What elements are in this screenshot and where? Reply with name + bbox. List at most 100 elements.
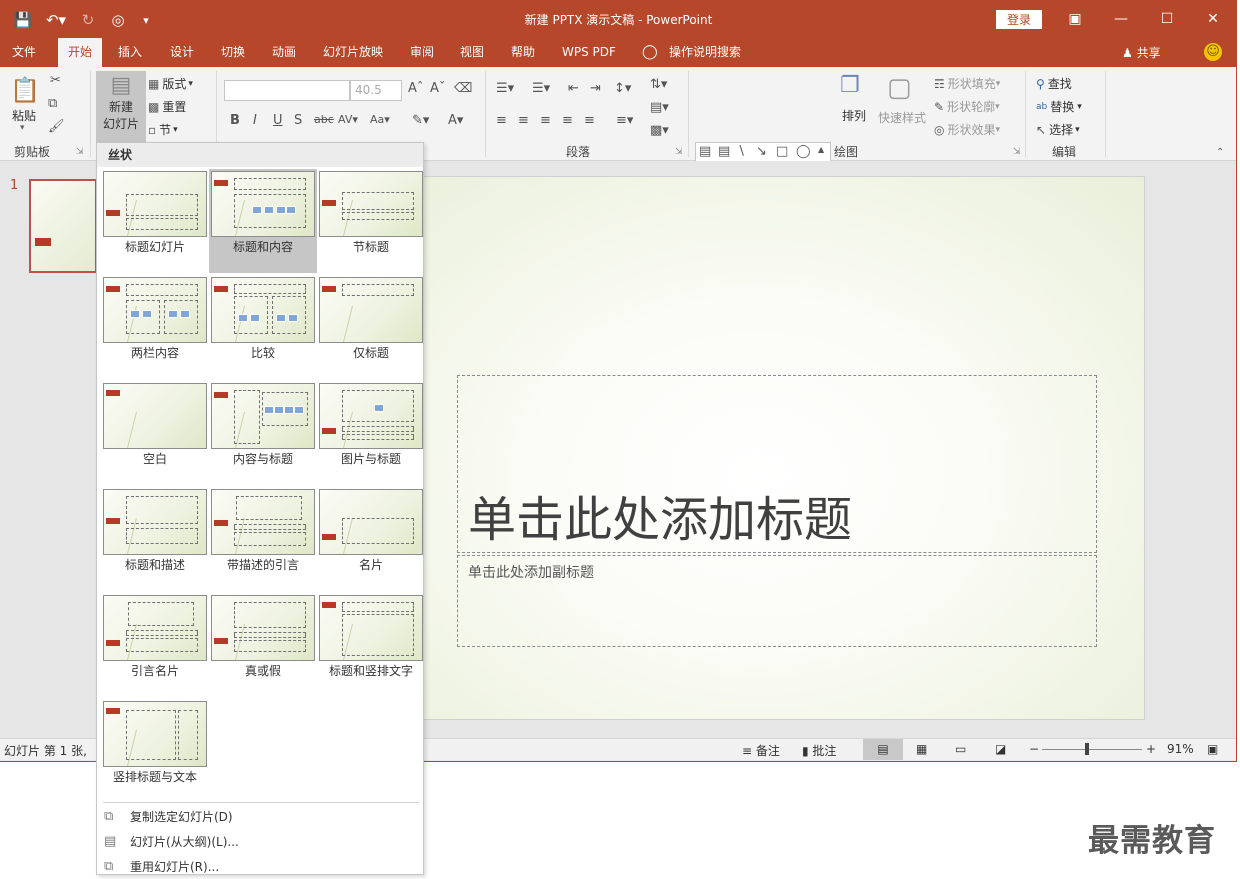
reuse-slides-item[interactable]: ⧉ 重用幻灯片(R)...: [97, 855, 423, 879]
strikethrough-icon[interactable]: abc: [314, 113, 334, 126]
increase-indent-icon[interactable]: ⇥: [590, 81, 601, 96]
notes-button[interactable]: ≡ 备注: [742, 742, 780, 759]
find-button[interactable]: ⚲ 查找: [1036, 75, 1072, 92]
title-slide-layout[interactable]: 标题幻灯片: [101, 169, 209, 273]
align-right-icon[interactable]: ≡: [540, 113, 551, 128]
login-button[interactable]: 登录: [996, 10, 1042, 29]
tab-transitions[interactable]: 切换: [221, 38, 245, 67]
shape-fill-button[interactable]: ☶ 形状填充 ▾: [934, 75, 1000, 92]
zoom-out-button[interactable]: −: [1029, 742, 1039, 756]
font-color-icon[interactable]: A▾: [448, 113, 463, 128]
vertical-textbox-shape-icon[interactable]: ▤: [718, 144, 730, 159]
arrange-button[interactable]: 排列: [842, 107, 866, 124]
comparison-layout[interactable]: 比较: [209, 275, 317, 379]
font-name-box[interactable]: [224, 80, 350, 101]
bold-icon[interactable]: B: [230, 113, 240, 128]
slides-from-outline-item[interactable]: ▤ 幻灯片(从大纲)(L)...: [97, 830, 423, 854]
zoom-level[interactable]: 91%: [1167, 742, 1194, 756]
title-placeholder[interactable]: 单击此处添加标题: [457, 375, 1097, 553]
title-and-description-layout[interactable]: 标题和描述: [101, 487, 209, 591]
justify-icon[interactable]: ≡: [562, 113, 573, 128]
tab-home[interactable]: 开始: [58, 38, 103, 67]
tell-me-search[interactable]: 操作说明搜索: [669, 38, 741, 67]
name-card-layout[interactable]: 名片: [317, 487, 425, 591]
align-center-icon[interactable]: ≡: [518, 113, 529, 128]
line-shape-icon[interactable]: ∖: [737, 144, 745, 159]
shape-effects-button[interactable]: ◎ 形状效果 ▾: [934, 121, 1000, 138]
section-button[interactable]: ▫ 节 ▾: [148, 121, 178, 138]
distributed-icon[interactable]: ≡: [584, 113, 595, 128]
drawing-launcher-icon[interactable]: ⇲: [1013, 147, 1021, 157]
numbering-icon[interactable]: ☰▾: [532, 81, 550, 96]
shape-outline-button[interactable]: ✎ 形状轮廓 ▾: [934, 98, 1000, 115]
decrease-indent-icon[interactable]: ⇤: [568, 81, 579, 96]
slide-sorter-icon[interactable]: ▦: [916, 742, 927, 756]
quote-with-caption-layout[interactable]: 带描述的引言: [209, 487, 317, 591]
underline-icon[interactable]: U: [273, 113, 283, 128]
normal-view-icon[interactable]: ▤: [863, 739, 903, 760]
two-content-layout[interactable]: 两栏内容: [101, 275, 209, 379]
zoom-slider-thumb[interactable]: [1085, 743, 1089, 755]
quote-name-card-layout[interactable]: 引言名片: [101, 593, 209, 697]
italic-icon[interactable]: I: [253, 113, 257, 128]
quick-styles-button[interactable]: 快速样式: [878, 109, 926, 126]
slideshow-view-icon[interactable]: ◪: [995, 742, 1006, 756]
arrow-line-shape-icon[interactable]: ↘: [756, 144, 767, 159]
paste-button[interactable]: 粘贴: [12, 107, 36, 124]
reset-button[interactable]: ▩ 重置: [148, 98, 186, 115]
clear-format-icon[interactable]: ⌫: [454, 81, 472, 96]
feedback-smiley-icon[interactable]: ☺: [1204, 43, 1222, 61]
align-left-icon[interactable]: ≡: [496, 113, 507, 128]
textbox-shape-icon[interactable]: ▤: [699, 144, 711, 159]
char-spacing-icon[interactable]: AV▾: [338, 113, 358, 126]
minimize-icon[interactable]: —: [1107, 6, 1135, 32]
highlight-icon[interactable]: ✎▾: [412, 113, 429, 128]
tab-view[interactable]: 视图: [460, 38, 484, 67]
rectangle-shape-icon[interactable]: □: [776, 144, 788, 159]
true-or-false-layout[interactable]: 真或假: [209, 593, 317, 697]
collapse-ribbon-icon[interactable]: ⌃: [1216, 147, 1224, 158]
zoom-slider-track[interactable]: [1042, 749, 1142, 750]
fit-slide-icon[interactable]: ▣: [1207, 742, 1218, 756]
copy-icon[interactable]: ⧉: [48, 96, 57, 111]
title-and-vertical-text-layout[interactable]: 标题和竖排文字: [317, 593, 425, 697]
picture-with-caption-layout[interactable]: 图片与标题: [317, 381, 425, 485]
new-slide-button[interactable]: ▤ 新建 幻灯片: [96, 71, 146, 143]
text-direction-icon[interactable]: ⇅▾: [650, 77, 667, 92]
oval-shape-icon[interactable]: ◯: [796, 144, 811, 159]
tab-slideshow[interactable]: 幻灯片放映: [323, 38, 383, 67]
tab-wps-pdf[interactable]: WPS PDF: [562, 38, 616, 67]
line-spacing-icon[interactable]: ↕▾: [614, 81, 631, 96]
increase-font-icon[interactable]: Aˆ: [408, 81, 423, 96]
title-only-layout[interactable]: 仅标题: [317, 275, 425, 379]
smartart-icon[interactable]: ▩▾: [650, 123, 669, 138]
slide-thumbnail[interactable]: [29, 179, 97, 273]
change-case-icon[interactable]: Aa▾: [370, 113, 390, 126]
align-text-icon[interactable]: ▤▾: [650, 100, 669, 115]
font-size-box[interactable]: 40.5: [350, 80, 402, 101]
share-button[interactable]: ♟ 共享: [1122, 44, 1161, 61]
bullets-icon[interactable]: ☰▾: [496, 81, 514, 96]
select-button[interactable]: ↖ 选择 ▾: [1036, 121, 1080, 138]
gallery-up-icon[interactable]: ▲: [818, 145, 824, 154]
cut-icon[interactable]: ✂: [50, 73, 61, 88]
quick-styles-icon[interactable]: ▢: [887, 73, 912, 103]
vertical-title-and-text-layout[interactable]: 竖排标题与文本: [101, 699, 209, 803]
comments-button[interactable]: ▮ 批注: [802, 742, 836, 759]
maximize-icon[interactable]: ☐: [1153, 6, 1181, 32]
paragraph-launcher-icon[interactable]: ⇲: [675, 147, 683, 157]
tab-insert[interactable]: 插入: [118, 38, 142, 67]
tab-review[interactable]: 审阅: [410, 38, 434, 67]
paste-icon[interactable]: 📋: [10, 75, 42, 105]
arrange-icon[interactable]: ❐: [840, 73, 860, 98]
section-header-layout[interactable]: 节标题: [317, 169, 425, 273]
subtitle-placeholder[interactable]: 单击此处添加副标题: [457, 555, 1097, 647]
ribbon-display-icon[interactable]: ▣: [1061, 6, 1089, 32]
tab-help[interactable]: 帮助: [511, 38, 535, 67]
blank-layout[interactable]: 空白: [101, 381, 209, 485]
clipboard-launcher-icon[interactable]: ⇲: [76, 147, 84, 157]
tab-file[interactable]: 文件: [12, 38, 36, 67]
content-with-caption-layout[interactable]: 内容与标题: [209, 381, 317, 485]
paste-dropdown-icon[interactable]: ▾: [20, 123, 25, 133]
columns-icon[interactable]: ≡▾: [616, 113, 633, 128]
